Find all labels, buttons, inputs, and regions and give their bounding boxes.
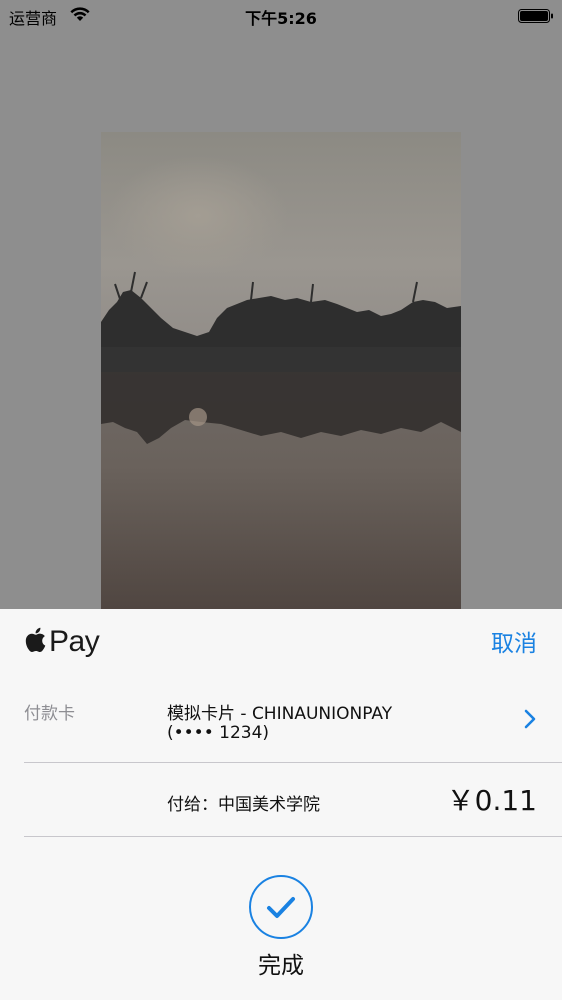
apple-pay-logo: Pay [24, 625, 100, 659]
battery-icon [518, 8, 553, 23]
payment-card-label: 付款卡 [24, 704, 75, 724]
cancel-button[interactable]: 取消 [491, 624, 537, 658]
amount-label: ￥0.11 [446, 784, 537, 817]
divider [24, 762, 562, 763]
status-time: 下午5:26 [245, 9, 317, 28]
done-status-circle [249, 875, 313, 939]
card-name[interactable]: 模拟卡片 - CHINAUNIONPAY [167, 699, 392, 724]
done-label: 完成 [258, 953, 304, 979]
apple-pay-label: Pay [49, 625, 100, 658]
card-number[interactable]: (•••• 1234) [167, 723, 269, 743]
apple-logo-icon [24, 627, 46, 658]
divider [24, 836, 562, 837]
status-bar: 运营商 下午5:26 [0, 0, 562, 32]
payee-label: 付给：中国美术学院 [167, 795, 320, 815]
checkmark-icon [251, 897, 311, 941]
background-photo [101, 132, 461, 609]
apple-pay-sheet: Pay 取消 付款卡 模拟卡片 - CHINAUNIONPAY (•••• 12… [0, 609, 562, 1000]
chevron-right-icon[interactable] [523, 708, 537, 735]
